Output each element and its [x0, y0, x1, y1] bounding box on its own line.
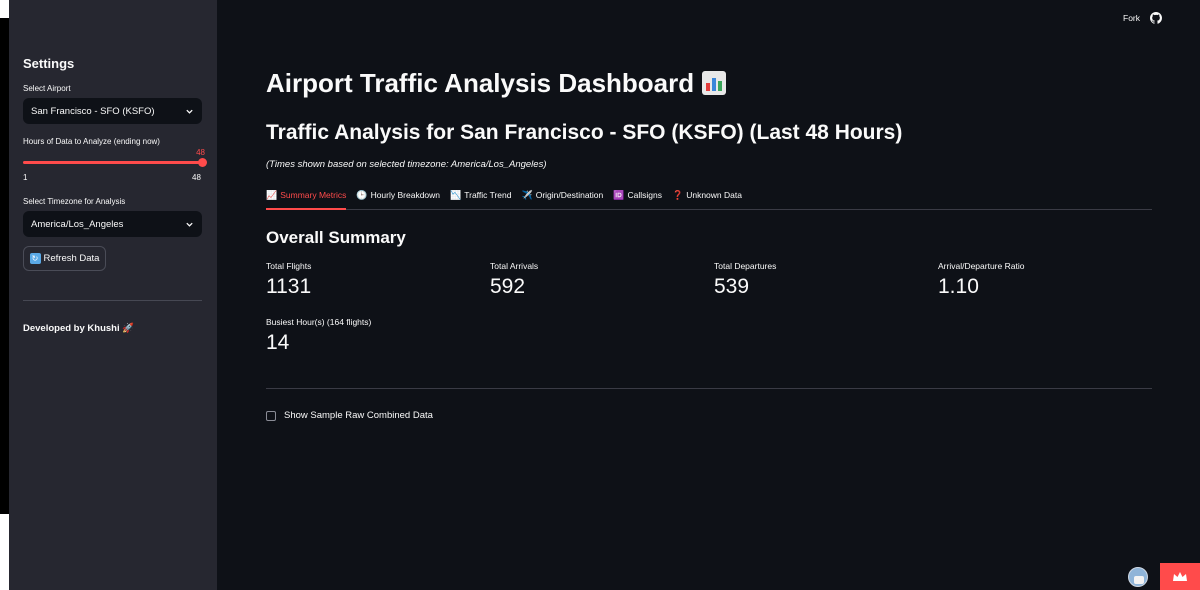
clock-icon: 🕒 [356, 190, 368, 200]
tab-bar: 📈 Summary Metrics 🕒 Hourly Breakdown 📉 Traf… [266, 185, 1152, 210]
hours-slider-max: 48 [192, 173, 201, 182]
hours-slider-track[interactable] [23, 161, 201, 164]
fork-link[interactable]: Fork [1123, 13, 1140, 23]
subtitle: Traffic Analysis for San Francisco - SFO… [266, 121, 903, 144]
metric-value: 14 [266, 331, 290, 354]
hours-slider-value: 48 [196, 148, 205, 157]
metric-label: Busiest Hour(s) (164 flights) [266, 317, 372, 327]
page-title: Airport Traffic Analysis Dashboard [266, 68, 727, 99]
show-raw-data-checkbox[interactable]: Show Sample Raw Combined Data [266, 410, 433, 421]
metric-value: 539 [714, 275, 750, 298]
chart-down-icon: 📉 [450, 190, 462, 200]
metric-label: Total Flights [266, 261, 312, 271]
hours-slider-thumb[interactable] [198, 158, 207, 167]
top-toolbar: Fork [1123, 12, 1162, 24]
checkbox-label: Show Sample Raw Combined Data [284, 410, 433, 421]
id-icon: 🆔 [613, 190, 625, 200]
airport-label: Select Airport [23, 84, 71, 93]
metric-value: 592 [490, 275, 526, 298]
tab-unknown-data[interactable]: ❓ Unknown Data [672, 185, 742, 210]
main-divider [266, 388, 1152, 389]
sidebar-title: Settings [23, 56, 75, 71]
metric-total-arrivals: Total Arrivals 592 [490, 261, 538, 299]
airport-select-value: San Francisco - SFO (KSFO) [31, 105, 155, 117]
tab-summary-metrics[interactable]: 📈 Summary Metrics [266, 185, 347, 210]
sidebar-divider [23, 300, 202, 301]
tab-traffic-trend[interactable]: 📉 Traffic Trend [450, 185, 511, 210]
timezone-select-value: America/Los_Angeles [31, 218, 124, 230]
chevron-down-icon [186, 109, 193, 114]
metric-total-departures: Total Departures 539 [714, 261, 776, 299]
left-window-edge [0, 0, 9, 590]
sidebar: Settings Select Airport San Francisco - … [9, 0, 217, 590]
timezone-label: Select Timezone for Analysis [23, 197, 126, 206]
hours-slider-min: 1 [23, 173, 28, 182]
airplane-icon: ✈️ [521, 190, 533, 200]
timezone-select[interactable]: America/Los_Angeles [23, 211, 202, 237]
checkbox-box[interactable] [266, 410, 276, 421]
sidebar-footer: Developed by Khushi 🚀 [23, 323, 135, 334]
metric-arrival-departure-ratio: Arrival/Departure Ratio 1.10 [938, 261, 1024, 299]
section-title: Overall Summary [266, 228, 406, 247]
crown-icon [1173, 571, 1187, 581]
streamlit-badge[interactable] [1160, 563, 1200, 590]
metric-label: Arrival/Departure Ratio [938, 261, 1025, 271]
metric-value: 1.10 [938, 275, 979, 298]
refresh-icon: ↻ [29, 253, 41, 264]
airport-select[interactable]: San Francisco - SFO (KSFO) [23, 98, 202, 124]
metric-value: 1131 [266, 275, 312, 298]
chevron-down-icon [186, 222, 193, 227]
tab-hourly-breakdown[interactable]: 🕒 Hourly Breakdown [356, 185, 440, 210]
timezone-caption: (Times shown based on selected timezone:… [266, 159, 547, 170]
question-icon: ❓ [671, 190, 684, 200]
tab-callsigns[interactable]: 🆔 Callsigns [613, 185, 662, 210]
chart-up-icon: 📈 [266, 190, 278, 200]
hours-label: Hours of Data to Analyze (ending now) [23, 137, 160, 146]
tab-origin-destination[interactable]: ✈️ Origin/Destination [521, 185, 603, 210]
refresh-button-label: Refresh Data [43, 253, 100, 264]
avatar[interactable] [1128, 567, 1148, 587]
metric-label: Total Arrivals [490, 261, 539, 271]
github-icon[interactable] [1150, 12, 1162, 24]
metric-label: Total Departures [714, 261, 777, 271]
bar-chart-icon [702, 71, 727, 95]
metric-busiest-hour: Busiest Hour(s) (164 flights) 14 [266, 317, 371, 355]
metric-total-flights: Total Flights 1131 [266, 261, 311, 299]
refresh-data-button[interactable]: ↻ Refresh Data [23, 246, 106, 271]
